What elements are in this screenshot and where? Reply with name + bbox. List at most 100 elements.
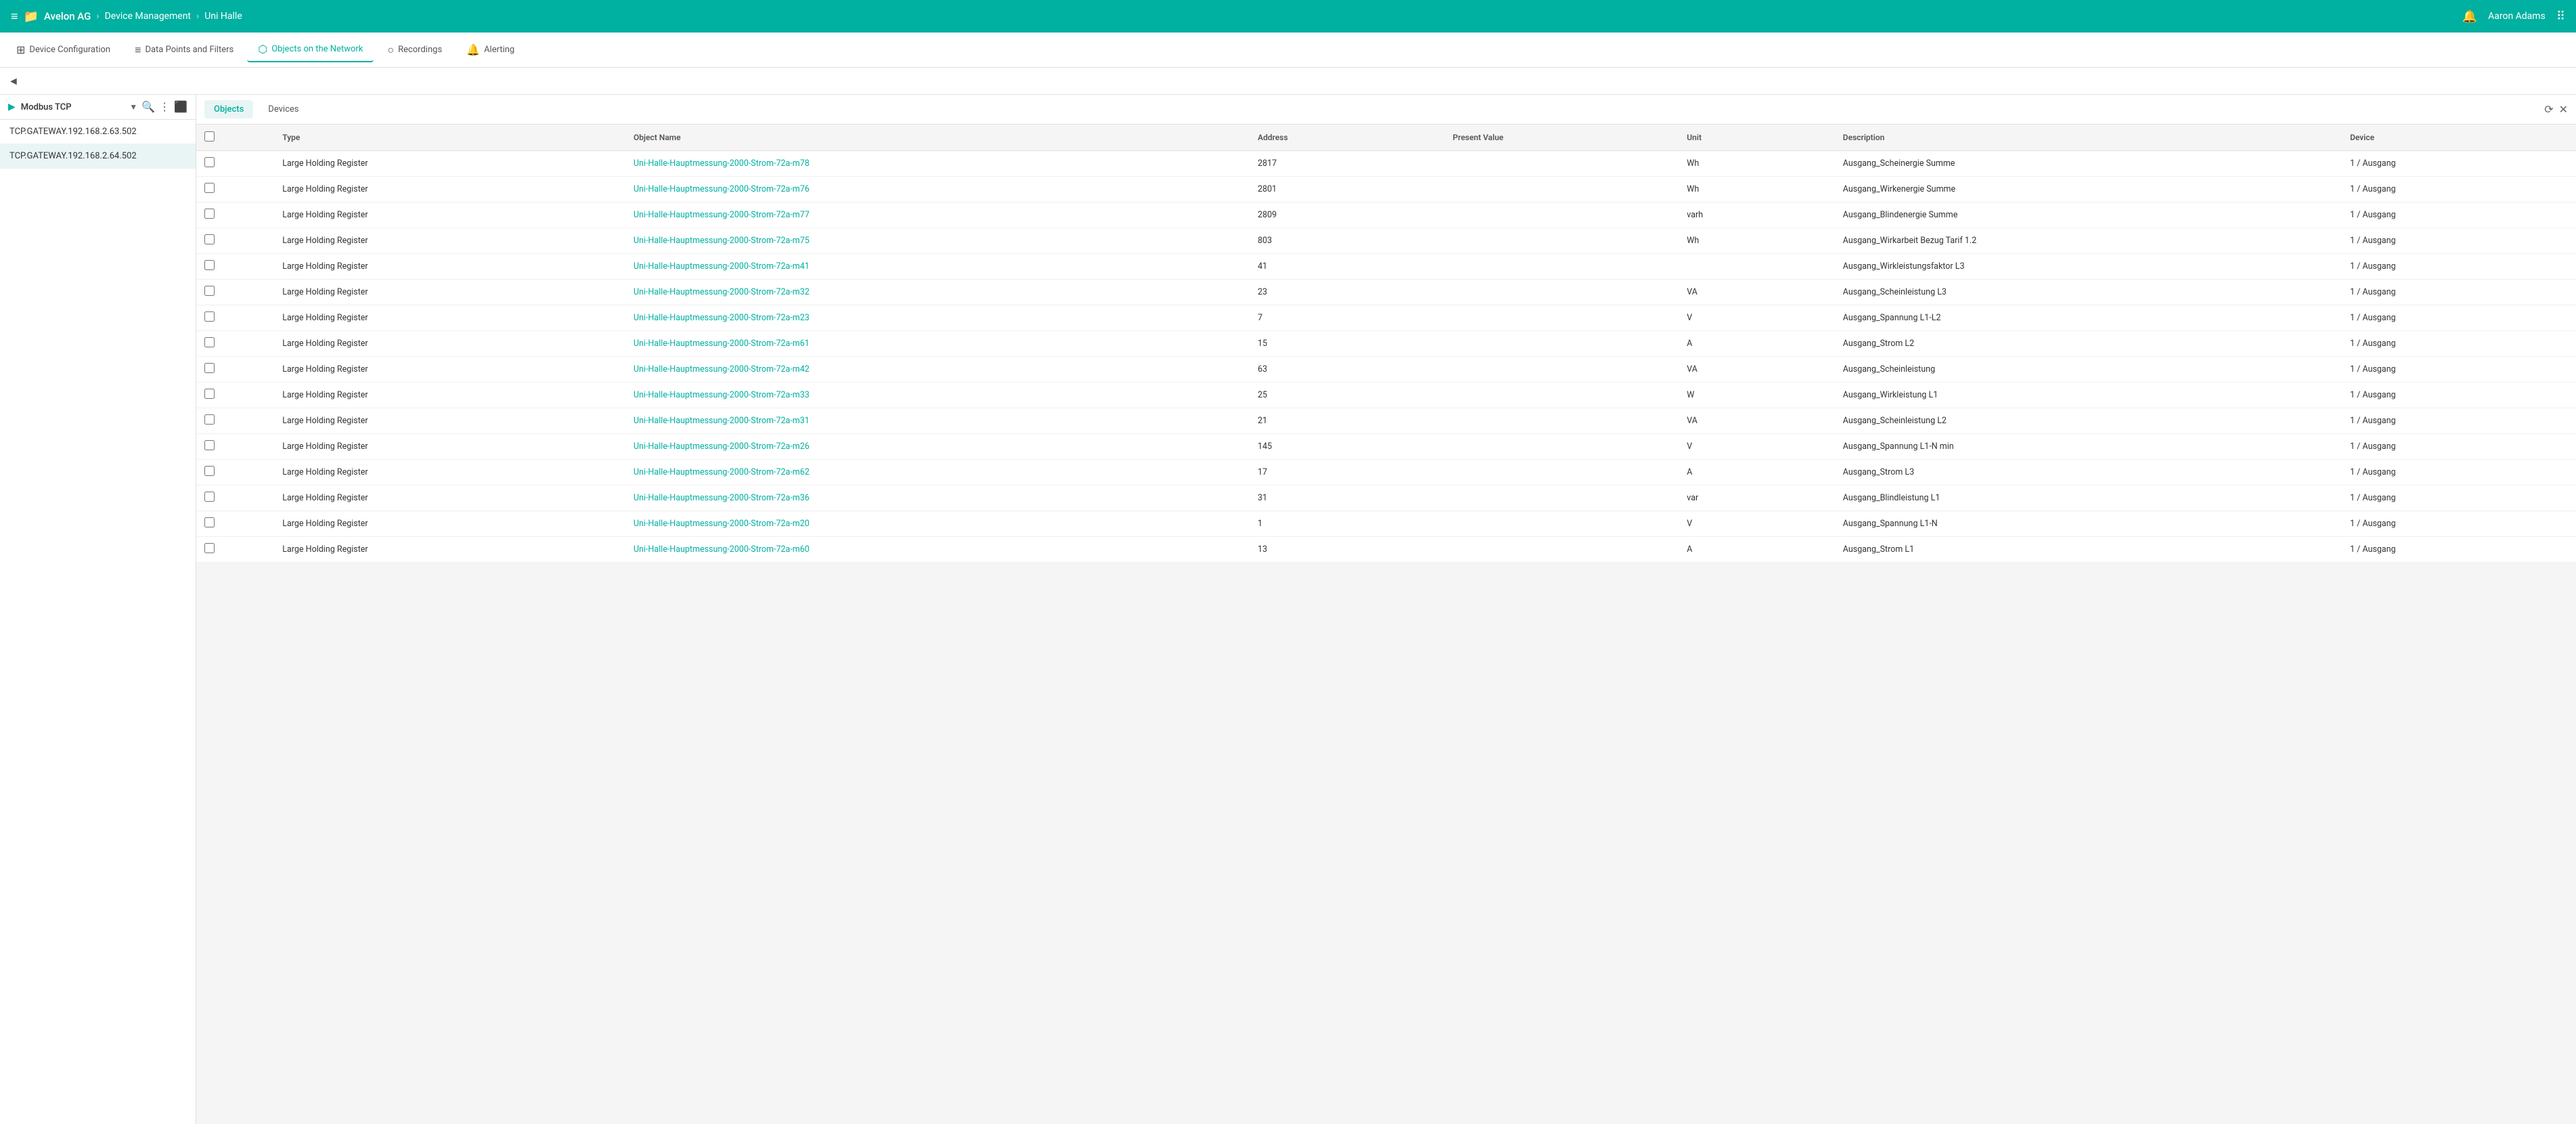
row-description: Ausgang_Scheinleistung L3 [1835, 280, 2342, 305]
row-object-name[interactable]: Uni-Halle-Hauptmessung-2000-Strom-72a-m4… [625, 357, 1249, 383]
play-icon: ▶ [8, 102, 16, 112]
row-device: 1 / Ausgang [2342, 485, 2576, 511]
row-address: 21 [1249, 408, 1444, 434]
tab-data-points[interactable]: ≡ Data Points and Filters [124, 38, 244, 62]
table-row: Large Holding Register Uni-Halle-Hauptme… [196, 537, 2576, 563]
tab-device-config-label: Device Configuration [29, 45, 110, 55]
row-present-value [1444, 228, 1679, 254]
sub-tab-objects[interactable]: Objects [204, 100, 253, 118]
row-checkbox-15[interactable] [204, 543, 215, 553]
row-checkbox-cell [196, 485, 274, 511]
row-type: Large Holding Register [274, 228, 625, 254]
table-row: Large Holding Register Uni-Halle-Hauptme… [196, 460, 2576, 485]
row-checkbox-4[interactable] [204, 260, 215, 270]
row-address: 803 [1249, 228, 1444, 254]
sidebar-item-gateway1[interactable]: TCP.GATEWAY.192.168.2.63.502 [0, 120, 196, 144]
breadcrumb-level1[interactable]: Device Management [105, 11, 191, 22]
row-checkbox-0[interactable] [204, 157, 215, 167]
sidebar-grid-button[interactable]: ⬛ [174, 100, 187, 114]
row-checkbox-3[interactable] [204, 234, 215, 244]
sidebar-item-gateway2[interactable]: TCP.GATEWAY.192.168.2.64.502 [0, 144, 196, 169]
row-unit: A [1679, 537, 1835, 563]
row-present-value [1444, 511, 1679, 537]
row-checkbox-cell [196, 280, 274, 305]
row-checkbox-8[interactable] [204, 363, 215, 373]
row-unit: Wh [1679, 151, 1835, 177]
table-toolbar: Objects Devices ⟳ ✕ [196, 95, 2576, 125]
row-checkbox-7[interactable] [204, 337, 215, 347]
row-checkbox-13[interactable] [204, 492, 215, 502]
refresh-button[interactable]: ⟳ [2544, 103, 2553, 116]
row-object-name[interactable]: Uni-Halle-Hauptmessung-2000-Strom-72a-m3… [625, 383, 1249, 408]
row-object-name[interactable]: Uni-Halle-Hauptmessung-2000-Strom-72a-m3… [625, 408, 1249, 434]
row-description: Ausgang_Blindleistung L1 [1835, 485, 2342, 511]
grid-icon[interactable]: ⠿ [2556, 9, 2565, 24]
row-checkbox-2[interactable] [204, 209, 215, 219]
notification-bell-icon[interactable]: 🔔 [2462, 9, 2477, 24]
row-object-name[interactable]: Uni-Halle-Hauptmessung-2000-Strom-72a-m3… [625, 280, 1249, 305]
row-address: 145 [1249, 434, 1444, 460]
row-checkbox-5[interactable] [204, 286, 215, 296]
row-address: 17 [1249, 460, 1444, 485]
row-checkbox-14[interactable] [204, 517, 215, 527]
row-device: 1 / Ausgang [2342, 280, 2576, 305]
tab-objects-network-label: Objects on the Network [271, 44, 363, 54]
table-body: Large Holding Register Uni-Halle-Hauptme… [196, 151, 2576, 563]
row-object-name[interactable]: Uni-Halle-Hauptmessung-2000-Strom-72a-m7… [625, 228, 1249, 254]
row-object-name[interactable]: Uni-Halle-Hauptmessung-2000-Strom-72a-m7… [625, 202, 1249, 228]
breadcrumb-level2: Uni Halle [204, 11, 242, 22]
add-button[interactable]: ✕ [2559, 103, 2568, 116]
row-checkbox-cell [196, 357, 274, 383]
sub-tab-devices[interactable]: Devices [259, 100, 308, 118]
sidebar-search-button[interactable]: 🔍 [141, 100, 155, 114]
hamburger-icon[interactable]: ≡ [11, 9, 18, 24]
row-object-name[interactable]: Uni-Halle-Hauptmessung-2000-Strom-72a-m2… [625, 511, 1249, 537]
row-checkbox-6[interactable] [204, 311, 215, 322]
row-checkbox-9[interactable] [204, 389, 215, 399]
row-checkbox-11[interactable] [204, 440, 215, 450]
row-description: Ausgang_Wirkleistung L1 [1835, 383, 2342, 408]
row-device: 1 / Ausgang [2342, 357, 2576, 383]
sidebar-header: ▶ Modbus TCP ▼ 🔍 ⋮ ⬛ [0, 95, 196, 120]
dropdown-arrow-icon[interactable]: ▼ [129, 102, 137, 112]
row-object-name[interactable]: Uni-Halle-Hauptmessung-2000-Strom-72a-m7… [625, 177, 1249, 202]
row-present-value [1444, 383, 1679, 408]
tab-recordings-label: Recordings [398, 45, 442, 55]
tab-alerting[interactable]: 🔔 Alerting [456, 38, 525, 62]
file-icon[interactable]: 📁 [24, 9, 39, 24]
row-device: 1 / Ausgang [2342, 202, 2576, 228]
row-checkbox-cell [196, 383, 274, 408]
row-object-name[interactable]: Uni-Halle-Hauptmessung-2000-Strom-72a-m6… [625, 537, 1249, 563]
tab-device-config[interactable]: ⊞ Device Configuration [5, 38, 121, 62]
col-header-device: Device [2342, 125, 2576, 151]
row-checkbox-1[interactable] [204, 183, 215, 193]
tab-objects-network[interactable]: ⬡ Objects on the Network [247, 37, 374, 62]
row-object-name[interactable]: Uni-Halle-Hauptmessung-2000-Strom-72a-m2… [625, 434, 1249, 460]
row-type: Large Holding Register [274, 537, 625, 563]
row-present-value [1444, 177, 1679, 202]
row-checkbox-12[interactable] [204, 466, 215, 476]
tab-recordings[interactable]: ○ Recordings [376, 38, 453, 62]
row-present-value [1444, 460, 1679, 485]
row-object-name[interactable]: Uni-Halle-Hauptmessung-2000-Strom-72a-m4… [625, 254, 1249, 280]
row-present-value [1444, 537, 1679, 563]
row-object-name[interactable]: Uni-Halle-Hauptmessung-2000-Strom-72a-m6… [625, 460, 1249, 485]
sidebar-more-button[interactable]: ⋮ [159, 100, 170, 114]
row-object-name[interactable]: Uni-Halle-Hauptmessung-2000-Strom-72a-m3… [625, 485, 1249, 511]
row-object-name[interactable]: Uni-Halle-Hauptmessung-2000-Strom-72a-m2… [625, 305, 1249, 331]
back-button[interactable]: ◄ [8, 74, 19, 88]
row-description: Ausgang_Strom L3 [1835, 460, 2342, 485]
row-description: Ausgang_Wirkenergie Summe [1835, 177, 2342, 202]
table-row: Large Holding Register Uni-Halle-Hauptme… [196, 202, 2576, 228]
select-all-checkbox[interactable] [204, 131, 215, 142]
col-header-type: Type [274, 125, 625, 151]
row-object-name[interactable]: Uni-Halle-Hauptmessung-2000-Strom-72a-m6… [625, 331, 1249, 357]
device-config-icon: ⊞ [16, 43, 25, 56]
row-type: Large Holding Register [274, 202, 625, 228]
row-present-value [1444, 254, 1679, 280]
tab-alerting-label: Alerting [484, 45, 514, 55]
row-checkbox-cell [196, 408, 274, 434]
row-object-name[interactable]: Uni-Halle-Hauptmessung-2000-Strom-72a-m7… [625, 151, 1249, 177]
row-description: Ausgang_Blindenergie Summe [1835, 202, 2342, 228]
row-checkbox-10[interactable] [204, 414, 215, 425]
